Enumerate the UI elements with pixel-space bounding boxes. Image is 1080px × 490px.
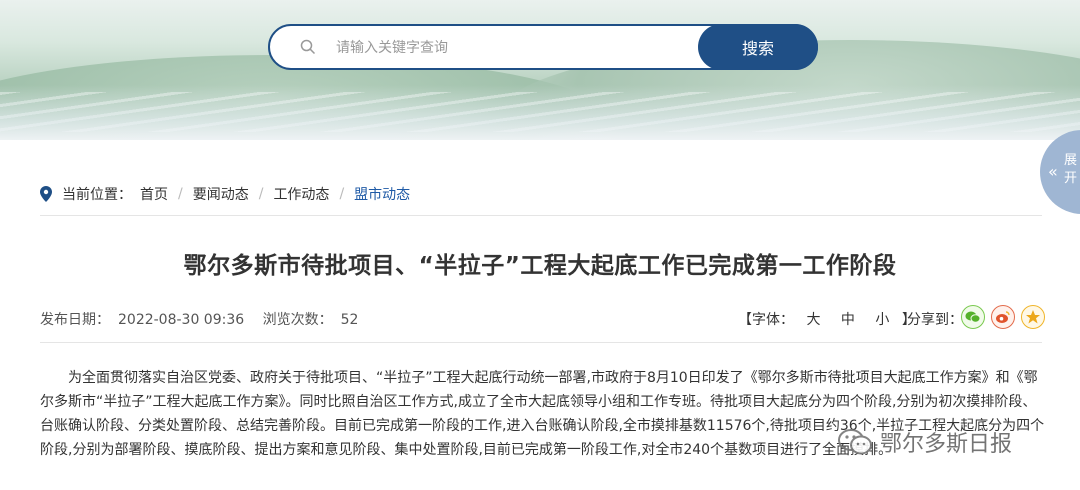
font-size-large[interactable]: 大 [806,312,820,328]
search-input[interactable] [336,35,686,61]
qzone-share-icon[interactable] [1021,305,1045,329]
search-icon [300,39,316,55]
expand-label: 展开 [1064,153,1078,186]
location-pin-icon [40,186,52,202]
font-size-control: 【字体： 大 中 小 】 [738,309,916,329]
breadcrumb-news[interactable]: 要闻动态 [193,184,249,204]
wechat-share-icon[interactable] [961,305,985,329]
publish-date: 2022-08-30 09:36 [118,312,245,328]
divider [40,215,1042,216]
banner-haze [0,85,1080,140]
watermark-text: 鄂尔多斯日报 [880,432,1013,457]
expand-side-tab[interactable]: « 展开 [1040,130,1080,214]
breadcrumb: 当前位置： 首页 / 要闻动态 / 工作动态 / 盟市动态 [40,183,410,205]
publish-date-label: 发布日期： [40,312,110,328]
breadcrumb-separator: / [339,186,345,202]
source-watermark: 鄂尔多斯日报 [838,426,1012,458]
views-label: 浏览次数： [262,312,333,328]
font-size-medium[interactable]: 中 [841,312,855,328]
double-chevron-left-icon: « [1048,162,1058,181]
breadcrumb-prefix: 当前位置： [62,187,132,203]
breadcrumb-home[interactable]: 首页 [140,184,168,204]
views-count: 52 [340,312,359,328]
article-title: 鄂尔多斯市待批项目、“半拉子”工程大起底工作已完成第一工作阶段 [183,253,897,279]
header-banner: 搜索 [0,0,1080,140]
search-bar: 搜索 [268,24,818,70]
breadcrumb-separator: / [258,186,264,202]
article-meta: 发布日期： 2022-08-30 09:36 浏览次数： 52 [40,309,366,329]
wechat-logo-icon [838,429,872,455]
share-label: 分享到： [907,312,963,328]
font-size-label: 【字体： [738,312,794,328]
breadcrumb-work-news[interactable]: 工作动态 [273,184,329,204]
divider [40,342,1042,343]
breadcrumb-separator: / [178,186,183,202]
font-size-small[interactable]: 小 [875,312,889,328]
breadcrumb-city-news[interactable]: 盟市动态 [354,184,410,204]
weibo-share-icon[interactable] [991,305,1015,329]
search-button[interactable]: 搜索 [698,24,818,70]
